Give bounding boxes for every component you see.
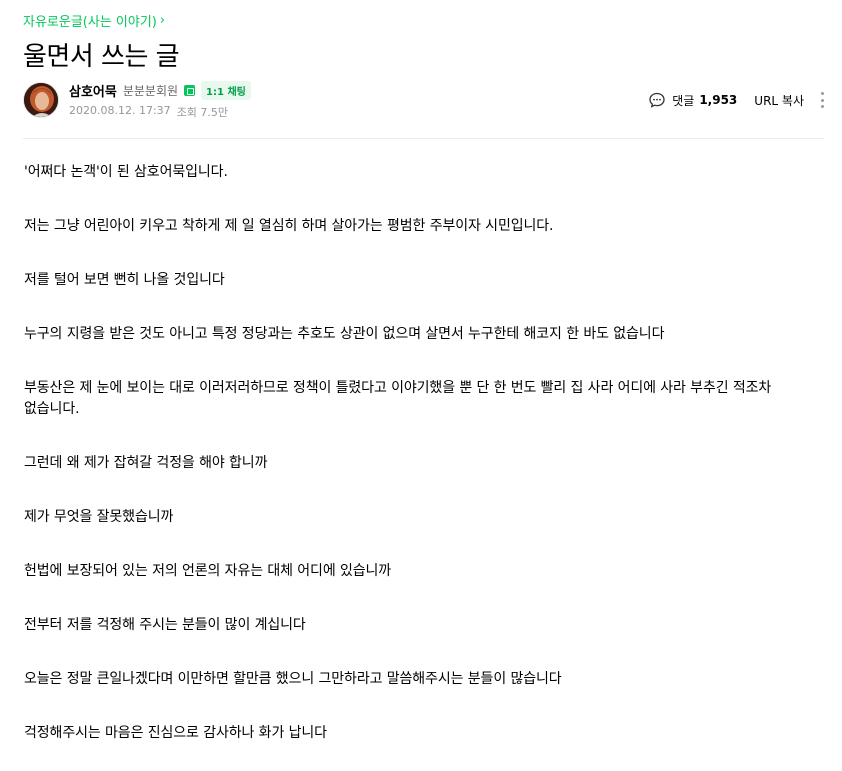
chevron-right-icon: ›: [159, 13, 166, 28]
paragraph: 제가 무엇을 잘못했습니까: [24, 509, 174, 525]
author-level: 분분분회원: [122, 83, 179, 98]
paragraph: 누구의 지령을 받은 것도 아니고 특정 정당과는 추호도 상관이 없으며 살면…: [24, 326, 665, 342]
paragraph: 헌법에 보장되어 있는 저의 언론의 자유는 대체 어디에 있습니까: [24, 563, 392, 579]
comments-count[interactable]: 1,953: [699, 93, 737, 107]
board-link[interactable]: 자유로운글(사는 이야기) ›: [23, 11, 165, 30]
comments-label[interactable]: 댓글: [672, 92, 694, 109]
author-info: 삼호어묵 분분분회원 1:1 채팅 2020.08.12. 17:37 조회 7…: [69, 80, 251, 120]
post-content: '어쩌다 논객'이 된 삼호어묵입니다. 저는 그냥 어린아이 키우고 착하게 …: [24, 162, 824, 771]
paragraph: 부동산은 제 눈에 보이는 대로 이러저러하므로 정책이 틀렸다고 이야기했을 …: [24, 380, 772, 417]
member-level-icon: [184, 84, 196, 96]
author-nickname[interactable]: 삼호어묵: [69, 81, 117, 100]
post-title: 울면서 쓰는 글: [23, 42, 180, 72]
paragraph: 전부터 저를 걱정해 주시는 분들이 많이 계십니다: [24, 617, 306, 633]
divider: [23, 138, 824, 139]
view-count: 조회 7.5만: [176, 106, 229, 119]
paragraph: '어쩌다 논객'이 된 삼호어묵입니다.: [24, 164, 228, 180]
url-copy-button[interactable]: URL 복사: [754, 92, 804, 109]
comment-icon[interactable]: [648, 91, 666, 109]
paragraph: 저를 털어 보면 뻔히 나올 것입니다: [24, 272, 225, 288]
post-date: 2020.08.12. 17:37: [69, 104, 171, 117]
post-tools: 댓글 1,953 URL 복사: [648, 90, 824, 110]
paragraph: 오늘은 정말 큰일나겠다며 이만하면 할만큼 했으니 그만하라고 말씀해주시는 …: [24, 671, 562, 687]
author-row: 삼호어묵 분분분회원 1:1 채팅 2020.08.12. 17:37 조회 7…: [23, 80, 824, 122]
paragraph: 걱정해주시는 마음은 진심으로 감사하나 화가 납니다: [24, 725, 327, 741]
board-name: 자유로운글(사는 이야기): [23, 15, 157, 30]
paragraph: 저는 그냥 어린아이 키우고 착하게 제 일 열심히 하며 살아가는 평범한 주…: [24, 218, 554, 234]
chat-button[interactable]: 1:1 채팅: [201, 80, 251, 100]
avatar[interactable]: [23, 82, 59, 118]
more-options-icon[interactable]: [820, 92, 824, 108]
paragraph: 그런데 왜 제가 잡혀갈 걱정을 해야 합니까: [24, 455, 268, 471]
